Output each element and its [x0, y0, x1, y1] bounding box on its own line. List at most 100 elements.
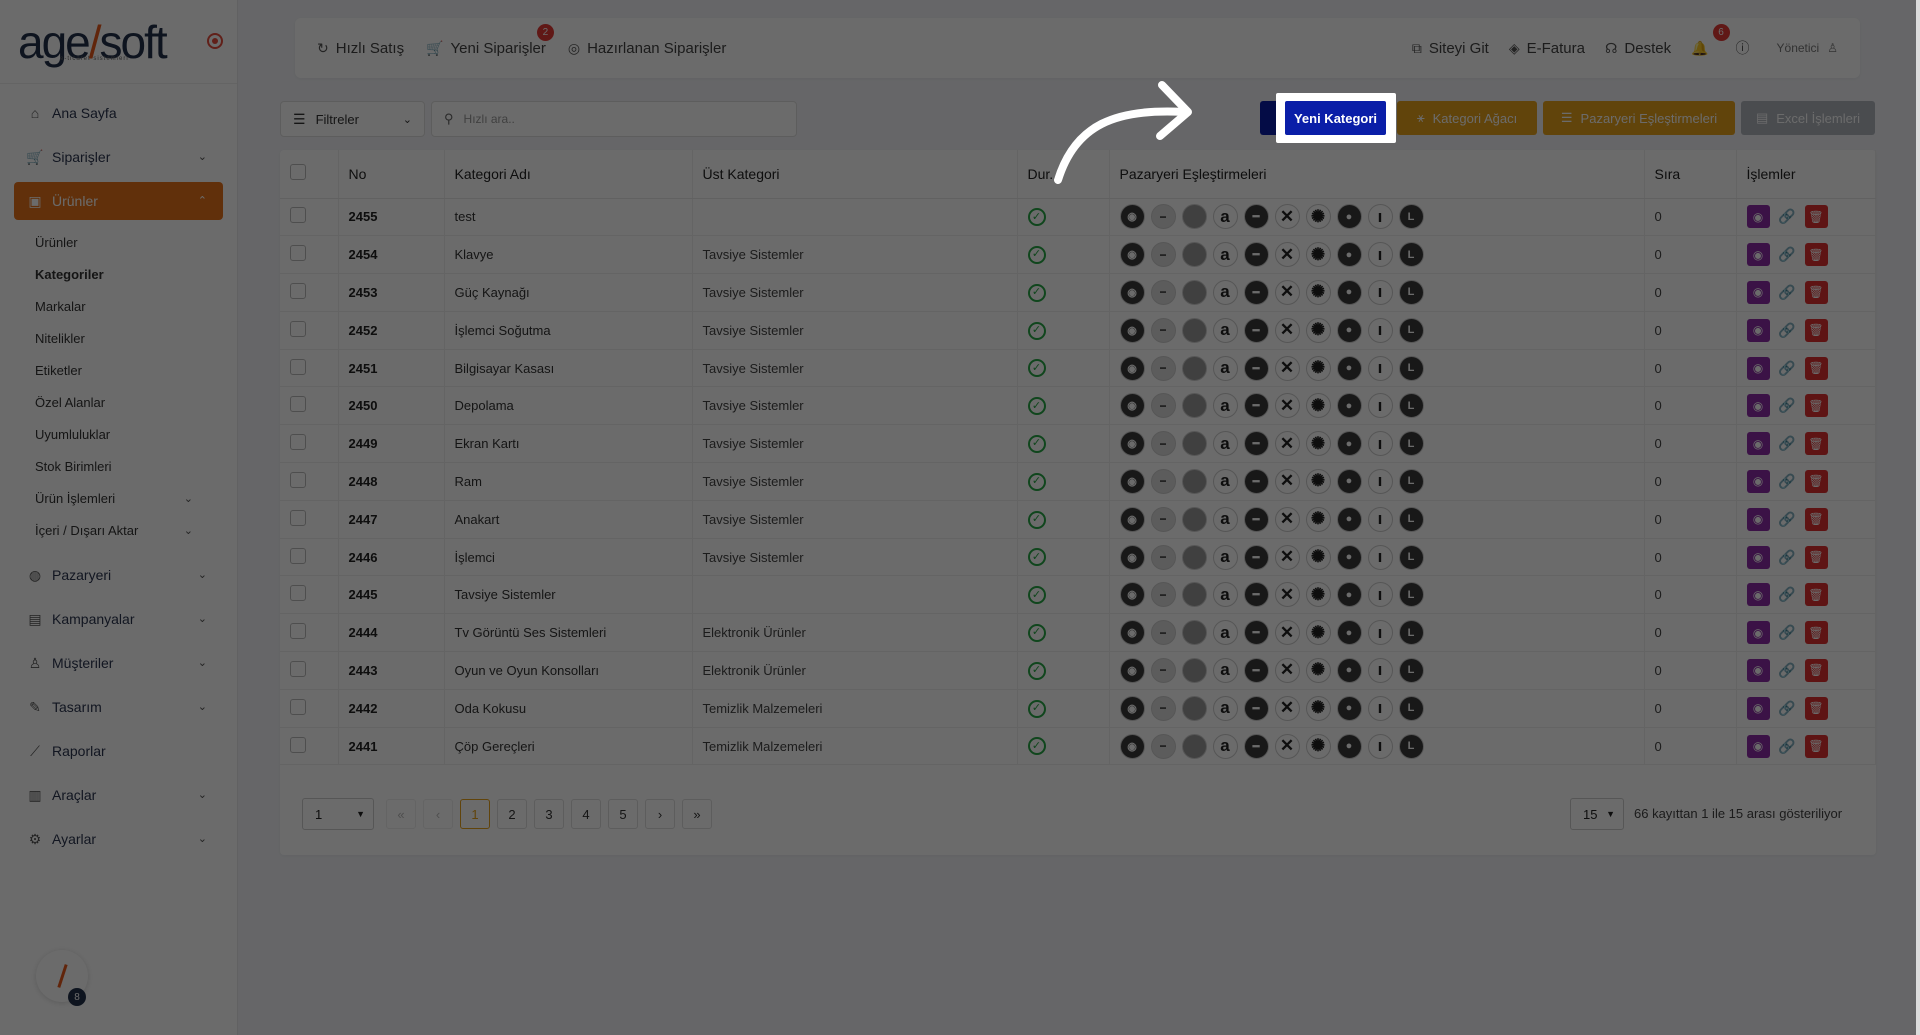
- marketplace-8-icon[interactable]: ●: [1336, 695, 1362, 721]
- row-checkbox[interactable]: [290, 471, 306, 488]
- trash-icon[interactable]: 🗑: [1804, 432, 1828, 456]
- marketplace-9-icon[interactable]: ı: [1367, 544, 1393, 570]
- page-button-3[interactable]: 3: [534, 799, 564, 829]
- sidebar-subitem-tags[interactable]: Etiketler: [14, 354, 223, 386]
- eye-icon[interactable]: ◉: [1746, 545, 1770, 569]
- col-no[interactable]: No: [338, 150, 445, 199]
- link-icon[interactable]: 🔗: [1776, 243, 1799, 266]
- table-row[interactable]: 2455 test ✓ ◉ ▬ a ━ ✕ ✺ ● ı L 0 ◉ 🔗 🗑: [280, 198, 1876, 237]
- marketplace-10-icon[interactable]: L: [1398, 544, 1424, 570]
- table-row[interactable]: 2454 Klavye Tavsiye Sistemler ✓ ◉ ▬ a ━ ✕ ✺ ● ı…: [280, 235, 1876, 275]
- sidebar-item-reports[interactable]: ⟋ Raporlar: [14, 732, 223, 770]
- link-icon[interactable]: 🔗: [1776, 281, 1799, 304]
- marketplace-1-icon[interactable]: ◉: [1119, 544, 1145, 570]
- sidebar-subitem-import-export[interactable]: İçeri / Dışarı Aktar ⌄: [14, 514, 223, 546]
- marketplace-9-icon[interactable]: ı: [1367, 468, 1393, 494]
- status-active-icon[interactable]: ✓: [1027, 586, 1046, 605]
- status-active-icon[interactable]: ✓: [1027, 699, 1046, 718]
- category-tree-button[interactable]: ⚹ Kategori Ağacı: [1397, 101, 1537, 135]
- marketplace-1-icon[interactable]: ◉: [1119, 657, 1145, 683]
- marketplace-7-icon[interactable]: ✺: [1305, 620, 1331, 646]
- sidebar-subitem-compatibility[interactable]: Uyumluluklar: [14, 418, 223, 450]
- marketplace-7-icon[interactable]: ✺: [1305, 468, 1331, 494]
- sidebar-subitem-brands[interactable]: Markalar: [14, 290, 223, 322]
- marketplace-6-icon[interactable]: ✕: [1274, 620, 1300, 646]
- row-checkbox[interactable]: [290, 245, 306, 262]
- col-order[interactable]: Sıra: [1644, 150, 1737, 199]
- support-link[interactable]: ☊ Destek: [1605, 40, 1671, 57]
- marketplace-5-icon[interactable]: ━: [1243, 204, 1269, 230]
- marketplace-6-icon[interactable]: ✕: [1274, 279, 1300, 305]
- sidebar-item-home[interactable]: ⌂ Ana Sayfa: [14, 94, 223, 132]
- marketplace-8-icon[interactable]: ●: [1336, 657, 1362, 683]
- marketplace-8-icon[interactable]: ●: [1336, 242, 1362, 268]
- marketplace-7-icon[interactable]: ✺: [1305, 582, 1331, 608]
- marketplace-5-icon[interactable]: ━: [1243, 393, 1269, 419]
- marketplace-7-icon[interactable]: ✺: [1305, 317, 1331, 343]
- page-button-5[interactable]: 5: [608, 799, 638, 829]
- marketplace-2-icon[interactable]: ▬: [1150, 242, 1176, 268]
- marketplace-5-icon[interactable]: ━: [1243, 431, 1269, 457]
- link-icon[interactable]: 🔗: [1776, 621, 1799, 644]
- marketplace-2-icon[interactable]: ▬: [1150, 393, 1176, 419]
- e-invoice-link[interactable]: ◈ E-Fatura: [1509, 40, 1585, 57]
- row-checkbox[interactable]: [290, 358, 306, 375]
- filters-button[interactable]: ☰ Filtreler ⌄: [280, 101, 425, 137]
- link-icon[interactable]: 🔗: [1776, 508, 1799, 531]
- info-button[interactable]: ⓘ: [1736, 38, 1757, 58]
- marketplace-6-icon[interactable]: ✕: [1274, 506, 1300, 532]
- sidebar-subitem-product-ops[interactable]: Ürün İşlemleri ⌄: [14, 482, 223, 514]
- status-active-icon[interactable]: ✓: [1027, 283, 1046, 302]
- marketplace-3-icon[interactable]: [1181, 242, 1207, 268]
- link-icon[interactable]: 🔗: [1776, 357, 1799, 380]
- marketplace-2-icon[interactable]: ▬: [1150, 733, 1176, 759]
- marketplace-10-icon[interactable]: L: [1398, 431, 1424, 457]
- marketplace-5-icon[interactable]: ━: [1243, 733, 1269, 759]
- marketplace-amazon-icon[interactable]: a: [1212, 279, 1238, 305]
- eye-icon[interactable]: ◉: [1746, 280, 1770, 304]
- user-menu[interactable]: Yönetici ♙: [1777, 41, 1838, 55]
- eye-icon[interactable]: ◉: [1746, 394, 1770, 418]
- link-icon[interactable]: 🔗: [1776, 470, 1799, 493]
- table-row[interactable]: 2445 Tavsiye Sistemler ✓ ◉ ▬ a ━ ✕ ✺ ● ı L 0 ◉ 🔗…: [280, 575, 1876, 615]
- marketplace-amazon-icon[interactable]: a: [1212, 242, 1238, 268]
- status-active-icon[interactable]: ✓: [1027, 548, 1046, 567]
- eye-icon[interactable]: ◉: [1746, 469, 1770, 493]
- marketplace-2-icon[interactable]: ▬: [1150, 695, 1176, 721]
- marketplace-5-icon[interactable]: ━: [1243, 506, 1269, 532]
- target-icon[interactable]: [207, 33, 223, 49]
- sidebar-subitem-products[interactable]: Ürünler: [14, 226, 223, 258]
- marketplace-7-icon[interactable]: ✺: [1305, 431, 1331, 457]
- marketplace-amazon-icon[interactable]: a: [1212, 393, 1238, 419]
- eye-icon[interactable]: ◉: [1746, 507, 1770, 531]
- marketplace-1-icon[interactable]: ◉: [1119, 431, 1145, 457]
- marketplace-3-icon[interactable]: [1181, 468, 1207, 494]
- marketplace-10-icon[interactable]: L: [1398, 317, 1424, 343]
- marketplace-6-icon[interactable]: ✕: [1274, 468, 1300, 494]
- table-row[interactable]: 2450 Depolama Tavsiye Sistemler ✓ ◉ ▬ a ━ ✕ ✺…: [280, 386, 1876, 426]
- marketplace-2-icon[interactable]: ▬: [1150, 657, 1176, 683]
- sidebar-item-settings[interactable]: ⚙ Ayarlar ⌄: [14, 820, 223, 858]
- eye-icon[interactable]: ◉: [1746, 318, 1770, 342]
- marketplace-9-icon[interactable]: ı: [1367, 242, 1393, 268]
- table-row[interactable]: 2442 Oda Kokusu Temizlik Malzemeleri ✓ ◉…: [280, 689, 1876, 728]
- row-checkbox[interactable]: [290, 585, 306, 602]
- trash-icon[interactable]: 🗑: [1804, 394, 1828, 418]
- marketplace-1-icon[interactable]: ◉: [1119, 506, 1145, 532]
- excel-button[interactable]: ▤ Excel İşlemleri: [1741, 101, 1875, 135]
- link-icon[interactable]: 🔗: [1776, 659, 1799, 682]
- search-input[interactable]: [463, 112, 764, 126]
- row-checkbox[interactable]: [290, 623, 306, 640]
- marketplace-amazon-icon[interactable]: a: [1212, 506, 1238, 532]
- marketplace-6-icon[interactable]: ✕: [1274, 355, 1300, 381]
- marketplace-2-icon[interactable]: ▬: [1150, 620, 1176, 646]
- marketplace-8-icon[interactable]: ●: [1336, 582, 1362, 608]
- marketplace-1-icon[interactable]: ◉: [1119, 317, 1145, 343]
- marketplace-9-icon[interactable]: ı: [1367, 317, 1393, 343]
- marketplace-6-icon[interactable]: ✕: [1274, 695, 1300, 721]
- marketplace-amazon-icon[interactable]: a: [1212, 657, 1238, 683]
- marketplace-3-icon[interactable]: [1181, 695, 1207, 721]
- marketplace-1-icon[interactable]: ◉: [1119, 279, 1145, 305]
- row-checkbox[interactable]: [290, 207, 306, 224]
- status-active-icon[interactable]: ✓: [1027, 245, 1046, 264]
